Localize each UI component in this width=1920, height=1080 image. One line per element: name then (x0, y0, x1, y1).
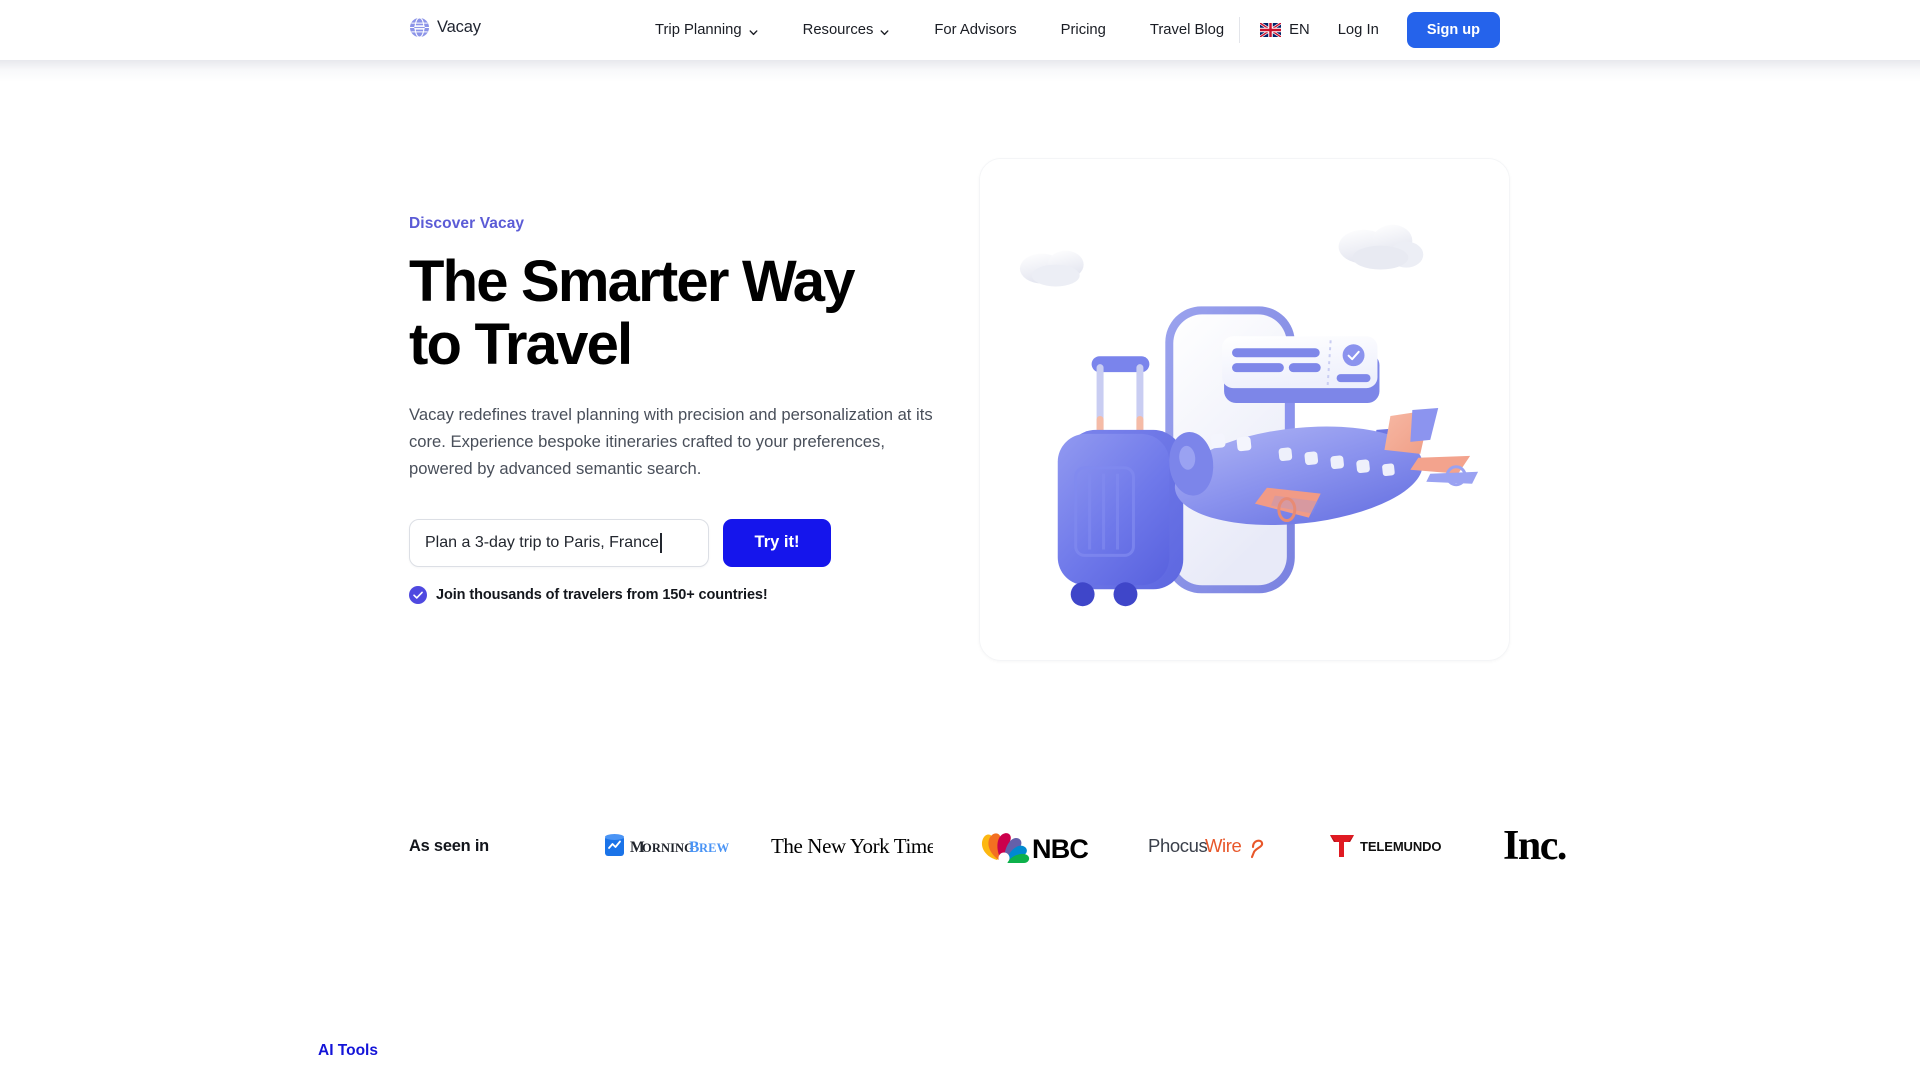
svg-text:Inc.: Inc. (1503, 825, 1566, 867)
press-section: As seen in M ORNING B REW The New York T… (409, 820, 1567, 872)
nav-item-travel-blog[interactable]: Travel Blog (1128, 0, 1246, 60)
text-cursor (660, 533, 662, 553)
nav-label: Pricing (1060, 22, 1106, 38)
language-selector[interactable]: EN (1259, 21, 1310, 39)
svg-text:Wire: Wire (1205, 835, 1242, 856)
main-nav: Trip Planning Resources For Advisors Pri… (655, 0, 1246, 60)
nav-label: Trip Planning (655, 22, 742, 38)
svg-text:ORNING: ORNING (642, 841, 694, 855)
nav-item-for-advisors[interactable]: For Advisors (912, 0, 1038, 60)
chevron-down-icon (748, 26, 759, 37)
header-actions: EN Log In Sign up (1239, 0, 1920, 60)
trust-text: Join thousands of travelers from 150+ co… (436, 586, 768, 603)
svg-text:Phocus: Phocus (1148, 835, 1207, 856)
svg-text:NBC: NBC (1032, 834, 1088, 864)
press-logo-list: M ORNING B REW The New York Times NBC Ph… (584, 825, 1630, 867)
nav-label: Travel Blog (1149, 22, 1225, 38)
check-circle-icon (409, 585, 427, 604)
svg-text:REW: REW (699, 841, 730, 855)
nav-item-pricing[interactable]: Pricing (1039, 0, 1128, 60)
header-shadow (0, 60, 1920, 82)
search-input[interactable] (409, 518, 709, 567)
svg-text:B: B (689, 839, 699, 856)
nav-label: Resources (802, 22, 874, 38)
nav-label: For Advisors (934, 22, 1017, 38)
press-logo-morning-brew: M ORNING B REW (584, 833, 754, 859)
press-logo-new-york-times: The New York Times (754, 833, 950, 859)
hero-search-row: Try it! (409, 518, 969, 567)
travel-3d-illustration (980, 159, 1509, 660)
nav-item-resources[interactable]: Resources (781, 0, 913, 60)
press-logo-telemundo: TELEMUNDO (1302, 832, 1480, 860)
nav-item-trip-planning[interactable]: Trip Planning (655, 0, 781, 60)
logo[interactable]: Vacay (409, 17, 481, 38)
hero-illustration-card (979, 158, 1510, 661)
hero-section: Discover Vacay The Smarter Way to Travel… (409, 215, 969, 604)
page-title: The Smarter Way to Travel (409, 249, 855, 377)
chevron-down-icon (879, 26, 890, 37)
press-logo-nbc: NBC (950, 828, 1122, 864)
press-logo-inc: Inc. (1480, 825, 1630, 867)
svg-text:The New York Times: The New York Times (771, 834, 933, 858)
ai-tools-link[interactable]: AI Tools (318, 1042, 378, 1060)
trust-badge: Join thousands of travelers from 150+ co… (409, 585, 969, 604)
signup-button[interactable]: Sign up (1406, 12, 1500, 48)
try-it-button[interactable]: Try it! (723, 518, 831, 567)
language-code: EN (1289, 22, 1310, 38)
page-root: Vacay Trip Planning Resources For Adviso… (0, 0, 1920, 1080)
uk-flag-icon (1259, 21, 1282, 39)
hero-eyebrow: Discover Vacay (409, 215, 525, 232)
globe-icon (409, 17, 430, 38)
hero-subcopy: Vacay redefines travel planning with pre… (409, 405, 933, 478)
press-label: As seen in (409, 836, 489, 855)
press-logo-phocuswire: Phocus Wire (1122, 831, 1302, 861)
login-link[interactable]: Log In (1338, 22, 1379, 38)
svg-text:TELEMUNDO: TELEMUNDO (1360, 839, 1441, 854)
logo-text: Vacay (437, 18, 481, 36)
site-header: Vacay Trip Planning Resources For Adviso… (0, 0, 1920, 60)
header-divider (1239, 17, 1241, 43)
